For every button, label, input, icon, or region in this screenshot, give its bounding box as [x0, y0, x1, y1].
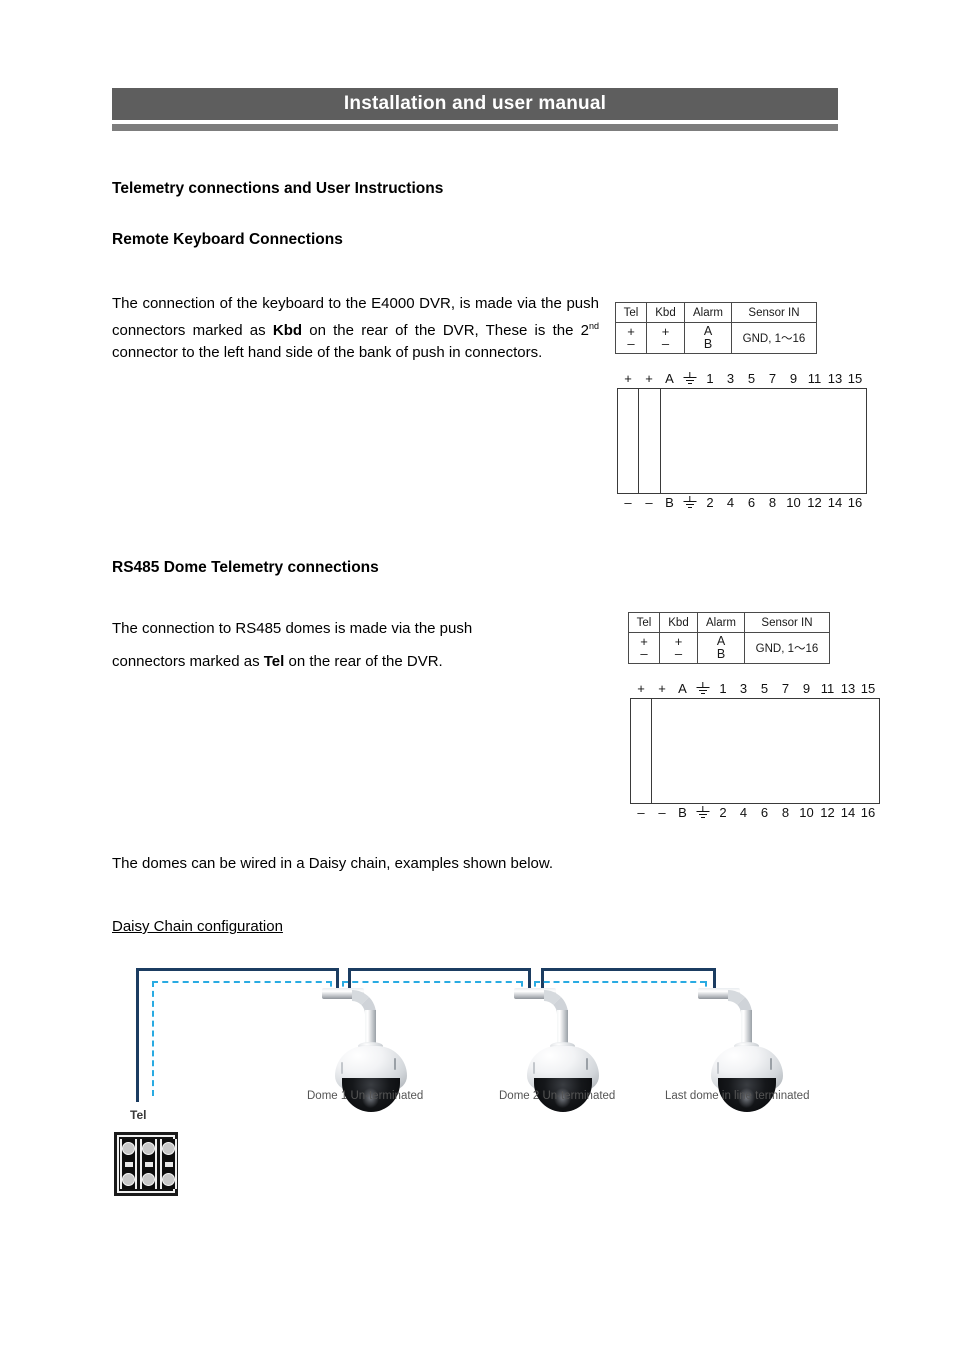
bus-dashed-horizontal-seg-1: [152, 981, 332, 983]
terminal-hole-top: [142, 1142, 155, 1155]
bus-dashed-vertical-tel: [152, 981, 154, 1096]
dome-seam-left: [341, 1062, 343, 1074]
mount-arm-vertical: [365, 1010, 376, 1046]
terminal-column-2: [140, 1139, 157, 1189]
bus-solid-horizontal-seg-2: [348, 968, 530, 971]
terminal-hole-top: [122, 1142, 135, 1155]
dome-seam-right: [770, 1058, 772, 1070]
bus-solid-horizontal-seg-3: [541, 968, 715, 971]
terminal-column-1: [120, 1139, 137, 1189]
terminal-slot: [144, 1161, 153, 1167]
terminal-hole-top: [162, 1142, 175, 1155]
tel-terminal-block-graphic: [114, 1132, 178, 1196]
mount-arm-vertical: [557, 1010, 568, 1046]
mount-arm-vertical: [741, 1010, 752, 1046]
dome-2-caption: Dome 2 Un-terminated: [499, 1090, 616, 1102]
dome-seam-right: [394, 1058, 396, 1070]
dome-seam-left: [533, 1062, 535, 1074]
bus-solid-horizontal-seg-1: [136, 968, 338, 971]
dome-seam-left: [717, 1062, 719, 1074]
bus-solid-vertical-tel: [136, 968, 139, 1102]
bus-dashed-horizontal-seg-2: [342, 981, 522, 983]
terminal-slot: [124, 1161, 133, 1167]
daisy-chain-diagram: Tel Dome 1 Un-terminated Dome 2 Un-termi…: [0, 0, 954, 1350]
terminal-hole-bottom: [142, 1173, 155, 1186]
terminal-hole-bottom: [162, 1173, 175, 1186]
dome-seam-right: [586, 1058, 588, 1070]
terminal-slot: [164, 1161, 173, 1167]
dome-3-caption: Last dome in line terminated: [665, 1090, 810, 1102]
terminal-hole-bottom: [122, 1173, 135, 1186]
dome-1-caption: Dome 1 Un-terminated: [307, 1090, 424, 1102]
bus-dashed-horizontal-seg-3: [534, 981, 706, 983]
tel-connector-label: Tel: [130, 1108, 147, 1122]
terminal-column-3: [160, 1139, 177, 1189]
